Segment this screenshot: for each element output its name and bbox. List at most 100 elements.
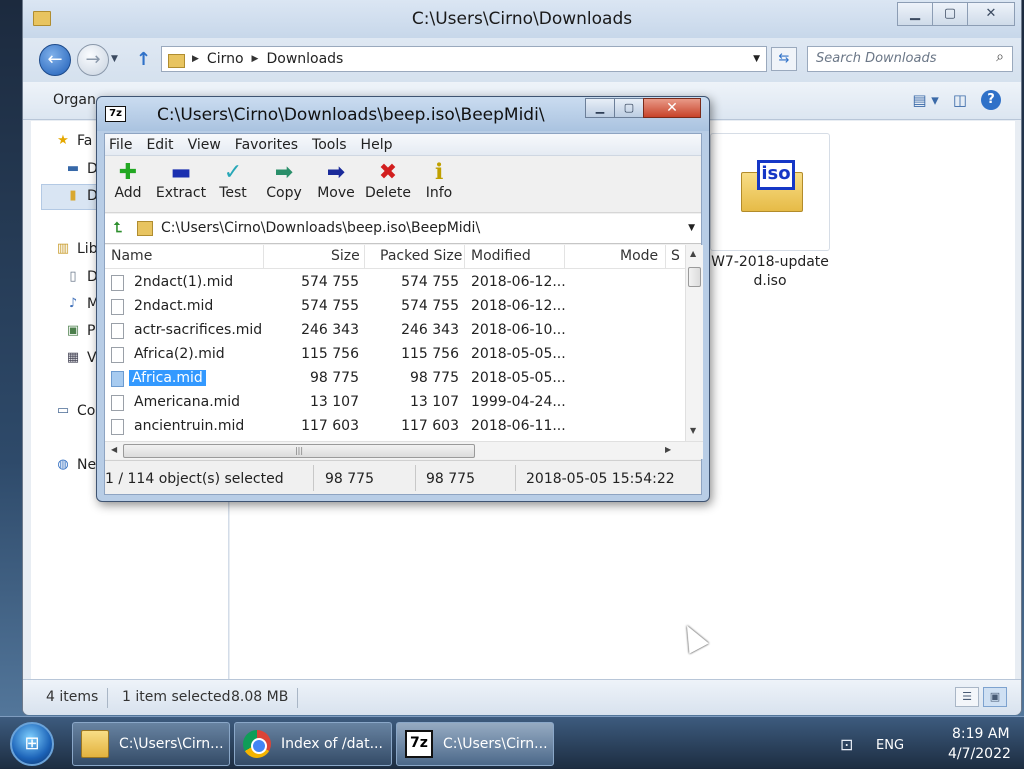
add-button[interactable]: ✚ Add: [100, 161, 156, 202]
file-size: 574 755: [301, 298, 359, 314]
delete-button[interactable]: ✖ Delete: [360, 161, 416, 202]
menu-file[interactable]: File: [109, 137, 132, 155]
list-item[interactable]: ancientruin.mid 117 603 117 603 2018-06-11.…: [105, 415, 685, 439]
column-name[interactable]: Name: [111, 248, 152, 264]
scroll-thumb[interactable]: [688, 267, 701, 287]
list-item[interactable]: 2ndact(1).mid 574 755 574 755 2018-06-12...: [105, 271, 685, 295]
help-icon[interactable]: ?: [981, 90, 1001, 110]
file-packed-size: 574 755: [401, 274, 459, 290]
list-header: Name Size Packed Size Modified Mode S: [105, 245, 685, 269]
list-item[interactable]: 2ndact.mid 574 755 574 755 2018-06-12...: [105, 295, 685, 319]
recent-pages-dropdown[interactable]: ▼: [111, 54, 118, 64]
chevron-right-icon[interactable]: ▶: [252, 54, 259, 64]
close-button[interactable]: ✕: [643, 98, 701, 118]
file-icon: [111, 323, 124, 339]
file-packed-size: 115 756: [401, 346, 459, 362]
file-icon: [111, 275, 124, 291]
chevron-down-icon[interactable]: ▼: [753, 54, 760, 64]
column-packed-size[interactable]: Packed Size: [380, 248, 462, 264]
file-modified: 2018-05-05...: [471, 370, 566, 386]
close-button[interactable]: ✕: [967, 2, 1015, 26]
up-folder-icon[interactable]: ⮤: [108, 218, 128, 238]
file-packed-size: 246 343: [401, 322, 459, 338]
chevron-down-icon[interactable]: ▼: [688, 223, 695, 233]
refresh-button[interactable]: ⇆: [771, 47, 797, 71]
vertical-scrollbar[interactable]: ▲ ▼: [685, 245, 703, 441]
taskbar-chrome[interactable]: Index of /dat...: [234, 722, 392, 766]
minimize-button[interactable]: ▁: [585, 98, 615, 118]
preview-pane-icon[interactable]: ◫: [953, 91, 967, 109]
file-name: Africa.mid: [129, 370, 206, 386]
scroll-thumb[interactable]: |||: [123, 444, 475, 458]
clock-time[interactable]: 8:19 AM: [952, 726, 1010, 742]
explorer-titlebar[interactable]: C:\Users\Cirno\Downloads ▁ ▢ ✕: [23, 0, 1021, 38]
videos-icon: ▦: [66, 350, 80, 365]
change-view-icon[interactable]: ▤ ▾: [912, 91, 938, 109]
path-input[interactable]: C:\Users\Cirno\Downloads\beep.iso\BeepMi…: [161, 220, 480, 236]
path-bar[interactable]: ⮤ C:\Users\Cirno\Downloads\beep.iso\Beep…: [105, 214, 701, 244]
folder-icon: ▮: [69, 188, 77, 203]
network-icon[interactable]: ⊡: [840, 735, 853, 754]
info-button[interactable]: ℹ Info: [411, 161, 467, 202]
column-modified[interactable]: Modified: [471, 248, 531, 264]
menu-favorites[interactable]: Favorites: [235, 137, 298, 155]
breadcrumb-cirno[interactable]: Cirno: [207, 51, 244, 67]
desktop-icon: ▬: [66, 161, 80, 176]
maximize-button[interactable]: ▢: [614, 98, 644, 118]
file-name: Americana.mid: [134, 394, 241, 410]
menu-view[interactable]: View: [188, 137, 221, 155]
scroll-right-icon[interactable]: ▶: [665, 445, 671, 454]
search-input[interactable]: Search Downloads ⌕: [807, 46, 1013, 72]
file-item-iso[interactable]: iso: [710, 133, 830, 251]
menu-tools[interactable]: Tools: [312, 137, 347, 155]
back-button[interactable]: ←: [39, 44, 71, 76]
up-arrow-icon[interactable]: ↑: [136, 49, 151, 70]
scroll-left-icon[interactable]: ◀: [111, 445, 117, 454]
details-view-icon[interactable]: ☰: [955, 687, 979, 707]
7zip-status-bar: 1 / 114 object(s) selected 98 775 98 775…: [105, 460, 701, 494]
computer-icon: ▭: [56, 403, 70, 418]
forward-button[interactable]: →: [77, 44, 109, 76]
file-modified: 1999-04-24...: [471, 394, 566, 410]
column-s[interactable]: S: [671, 248, 680, 264]
selection-count: 1 item selected: [122, 689, 231, 705]
system-tray: ⊡ ENG 8:19 AM 4/7/2022: [834, 717, 1024, 769]
list-item[interactable]: Americana.mid 13 107 13 107 1999-04-24...: [105, 391, 685, 415]
clock-date[interactable]: 4/7/2022: [948, 746, 1011, 762]
maximize-button[interactable]: ▢: [932, 2, 968, 26]
menu-help[interactable]: Help: [361, 137, 393, 155]
list-item[interactable]: actr-sacrifices.mid 246 343 246 343 2018-06…: [105, 319, 685, 343]
column-size[interactable]: Size: [331, 248, 360, 264]
archive-file-list[interactable]: Name Size Packed Size Modified Mode S 2n…: [105, 245, 685, 441]
search-icon[interactable]: ⌕: [996, 49, 1004, 65]
start-button[interactable]: ⊞: [10, 722, 54, 766]
7zip-titlebar[interactable]: 7z C:\Users\Cirno\Downloads\beep.iso\Bee…: [97, 97, 709, 131]
item-count: 4 items: [46, 689, 99, 705]
breadcrumb-downloads[interactable]: Downloads: [266, 51, 343, 67]
scroll-up-icon[interactable]: ▲: [690, 249, 696, 258]
scroll-down-icon[interactable]: ▼: [690, 426, 696, 435]
pictures-icon: ▣: [66, 323, 80, 338]
organize-button[interactable]: Organ: [53, 92, 96, 108]
column-mode[interactable]: Mode: [620, 248, 658, 264]
test-button[interactable]: ✓ Test: [205, 161, 261, 202]
move-button[interactable]: ➡ Move: [308, 161, 364, 202]
copy-arrow-icon: ➡: [274, 160, 294, 185]
large-icons-view-icon[interactable]: ▣: [983, 687, 1007, 707]
language-indicator[interactable]: ENG: [876, 738, 904, 753]
minimize-button[interactable]: ▁: [897, 2, 933, 26]
file-packed-size: 117 603: [401, 418, 459, 434]
address-bar[interactable]: ▶ Cirno ▶ Downloads ▼: [161, 46, 767, 72]
selected-size: 98 775: [325, 471, 374, 487]
list-item[interactable]: Africa(2).mid 115 756 115 756 2018-05-05...: [105, 343, 685, 367]
chevron-right-icon[interactable]: ▶: [192, 54, 199, 64]
documents-icon: ▯: [69, 269, 77, 284]
copy-button[interactable]: ➡ Copy: [256, 160, 312, 202]
list-item[interactable]: Africa.mid 98 775 98 775 2018-05-05...: [105, 367, 685, 391]
menu-edit[interactable]: Edit: [146, 137, 173, 155]
horizontal-scrollbar[interactable]: ◀ ||| ▶: [105, 441, 703, 459]
extract-button[interactable]: ▬ Extract: [153, 161, 209, 202]
file-item-iso-label[interactable]: W7-2018-update d.iso: [700, 253, 840, 291]
taskbar-7zip[interactable]: 7z C:\Users\Cirn...: [396, 722, 554, 766]
taskbar-explorer[interactable]: C:\Users\Cirn...: [72, 722, 230, 766]
